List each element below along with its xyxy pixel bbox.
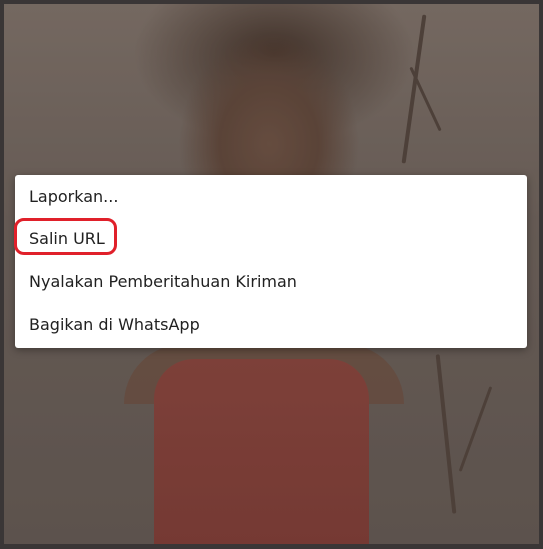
menu-item-label: Nyalakan Pemberitahuan Kiriman xyxy=(29,271,297,291)
frame-border xyxy=(539,0,543,549)
frame-border xyxy=(0,0,4,549)
menu-item-share-whatsapp[interactable]: Bagikan di WhatsApp xyxy=(15,303,527,345)
context-menu: Laporkan... Salin URL Nyalakan Pemberita… xyxy=(15,175,527,348)
menu-item-turn-on-notifications[interactable]: Nyalakan Pemberitahuan Kiriman xyxy=(15,260,527,302)
frame-border xyxy=(0,0,543,4)
menu-item-report[interactable]: Laporkan... xyxy=(15,175,527,217)
screen: Laporkan... Salin URL Nyalakan Pemberita… xyxy=(0,0,543,549)
menu-item-label: Salin URL xyxy=(29,228,105,248)
menu-item-copy-url[interactable]: Salin URL xyxy=(15,217,527,259)
menu-item-label: Bagikan di WhatsApp xyxy=(29,314,200,334)
menu-item-label: Laporkan... xyxy=(29,186,119,206)
frame-border xyxy=(0,544,543,549)
